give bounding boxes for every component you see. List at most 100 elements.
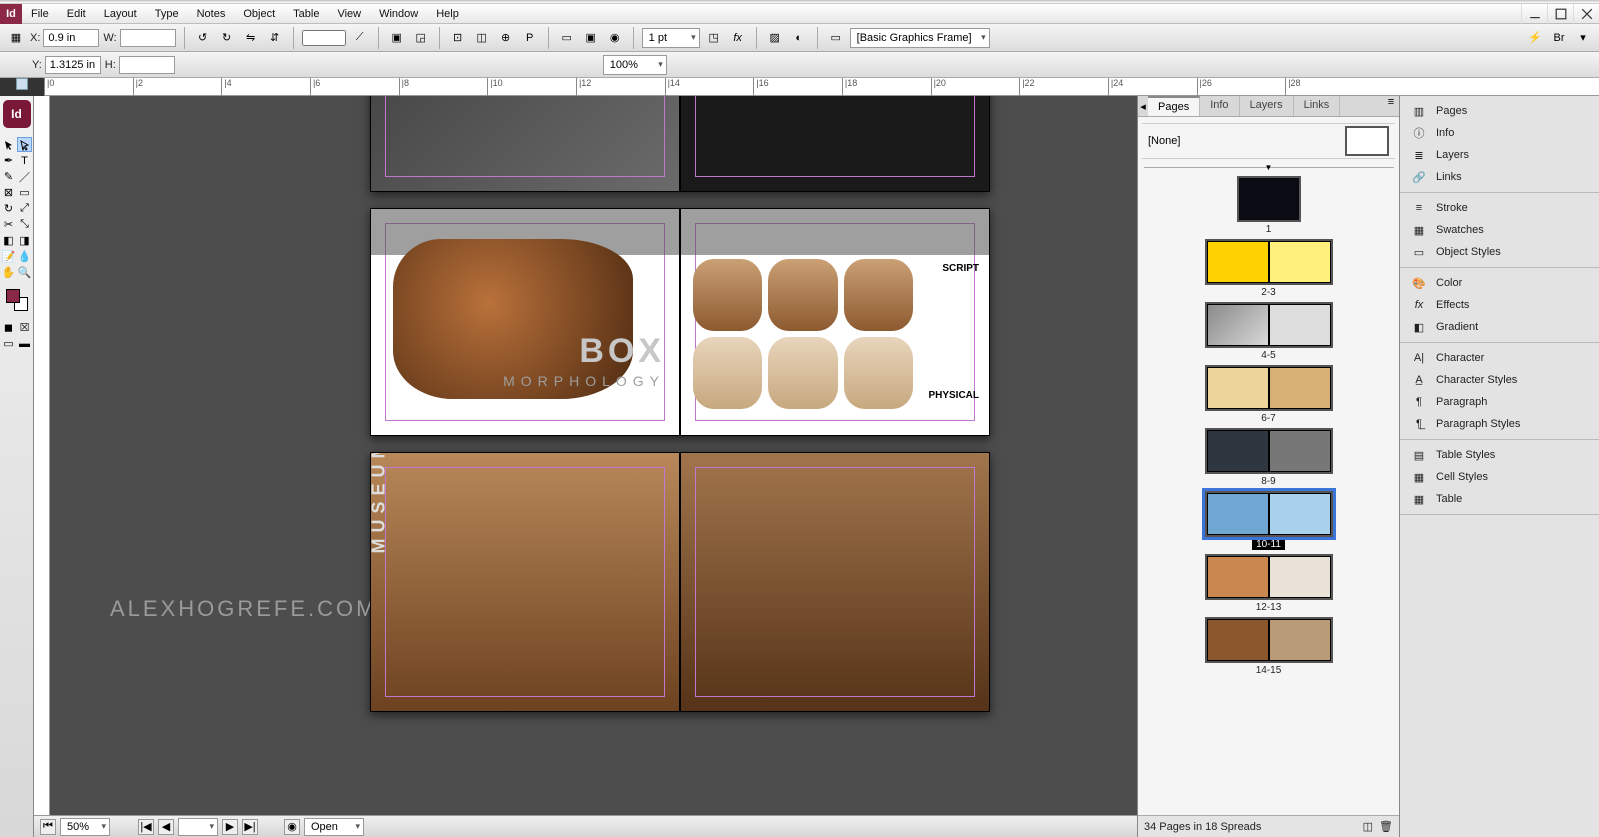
- shear-icon[interactable]: ⟋: [350, 28, 370, 48]
- nav-prev-page-icon[interactable]: ◀: [158, 819, 174, 835]
- reference-point-proxy[interactable]: ▦: [6, 28, 26, 48]
- bridge-icon[interactable]: Br: [1549, 28, 1569, 48]
- master-none-row[interactable]: [None]: [1142, 123, 1395, 159]
- page-thumb-4-5[interactable]: 4-5: [1205, 302, 1333, 361]
- menu-notes[interactable]: Notes: [188, 4, 235, 24]
- dock-effects[interactable]: fxEffects: [1400, 294, 1599, 316]
- spread-12-13[interactable]: ALEXHOGREFE.COM MUSEUM: [370, 452, 990, 712]
- tab-info[interactable]: Info: [1200, 96, 1239, 116]
- dock-object-styles[interactable]: ▭Object Styles: [1400, 241, 1599, 263]
- rotate-90-ccw-icon[interactable]: ↺: [193, 28, 213, 48]
- pen-tool[interactable]: ✒: [1, 153, 16, 168]
- page-thumb-12-13[interactable]: 12-13: [1205, 554, 1333, 613]
- preview-mode[interactable]: ▬: [17, 336, 32, 351]
- nav-next-page-icon[interactable]: ▶: [222, 819, 238, 835]
- menu-view[interactable]: View: [328, 4, 370, 24]
- master-none-thumb[interactable]: [1345, 126, 1389, 156]
- w-input[interactable]: [120, 29, 176, 47]
- ruler-origin-corner[interactable]: [16, 78, 28, 90]
- apply-color-button[interactable]: ◼: [1, 320, 16, 335]
- dock-table-styles[interactable]: ▤Table Styles: [1400, 444, 1599, 466]
- dock-links[interactable]: 🔗Links: [1400, 166, 1599, 188]
- object-style-dropdown[interactable]: [Basic Graphics Frame]: [850, 28, 990, 48]
- scissors-tool[interactable]: ✂: [1, 217, 16, 232]
- flip-vertical-icon[interactable]: ⇵: [265, 28, 285, 48]
- page-thumb-14-15[interactable]: 14-15: [1205, 617, 1333, 676]
- menu-type[interactable]: Type: [146, 4, 188, 24]
- menu-window[interactable]: Window: [370, 4, 427, 24]
- dock-color[interactable]: 🎨Color: [1400, 272, 1599, 294]
- rectangle-frame-tool[interactable]: ⊠: [1, 185, 16, 200]
- type-tool[interactable]: T: [17, 153, 32, 168]
- dock-cell-styles[interactable]: ▦Cell Styles: [1400, 466, 1599, 488]
- opacity-icon[interactable]: ◐: [789, 28, 809, 48]
- effects-fx-icon[interactable]: fx: [728, 28, 748, 48]
- dock-stroke[interactable]: ≡Stroke: [1400, 197, 1599, 219]
- menu-object[interactable]: Object: [234, 4, 284, 24]
- page-thumb-8-9[interactable]: 8-9: [1205, 428, 1333, 487]
- normal-view-mode[interactable]: ▭: [1, 336, 16, 351]
- dock-table[interactable]: ▦Table: [1400, 488, 1599, 510]
- document-canvas[interactable]: PUZZLE SOLVER GRID SYSTEMS BOX MORPHOLOG…: [50, 96, 1137, 837]
- page-thumb-6-7[interactable]: 6-7: [1205, 365, 1333, 424]
- menu-table[interactable]: Table: [284, 4, 328, 24]
- y-input[interactable]: [45, 56, 101, 74]
- zoom-tool[interactable]: 🔍: [17, 265, 32, 280]
- flip-horizontal-icon[interactable]: ⇋: [241, 28, 261, 48]
- corner-effects-icon[interactable]: ◳: [704, 28, 724, 48]
- page-thumb-10-11[interactable]: 10-11: [1205, 491, 1333, 550]
- menu-help[interactable]: Help: [427, 4, 468, 24]
- pages-panel-body[interactable]: [None] 1 2-3 4-5 6-7 8-9: [1138, 117, 1399, 815]
- selection-tool[interactable]: [1, 137, 16, 152]
- pathfinder-icon[interactable]: P: [520, 28, 540, 48]
- dock-paragraph-styles[interactable]: ¶̲Paragraph Styles: [1400, 413, 1599, 435]
- zoom-status-dropdown[interactable]: 50%: [60, 818, 110, 836]
- free-transform-tool[interactable]: ⤡: [17, 217, 32, 232]
- menu-edit[interactable]: Edit: [58, 4, 95, 24]
- gradient-feather-tool[interactable]: ◨: [17, 233, 32, 248]
- quick-apply-icon[interactable]: ⚡: [1525, 28, 1545, 48]
- pencil-tool[interactable]: ✎: [1, 169, 16, 184]
- fill-stroke-wells[interactable]: [6, 289, 28, 311]
- dock-gradient[interactable]: ◧Gradient: [1400, 316, 1599, 338]
- dock-character[interactable]: A|Character: [1400, 347, 1599, 369]
- zoom-dropdown[interactable]: 100%: [603, 55, 667, 75]
- fit-content-prop-icon[interactable]: ⊡: [448, 28, 468, 48]
- dock-info[interactable]: ⓘInfo: [1400, 122, 1599, 144]
- preflight-status-dropdown[interactable]: Open: [304, 818, 364, 836]
- tab-links[interactable]: Links: [1294, 96, 1341, 116]
- vertical-ruler[interactable]: [34, 96, 50, 837]
- horizontal-ruler[interactable]: |0|2|4|6|8|10|12|14|16|18|20|22|24|26|28: [44, 78, 1599, 96]
- line-tool[interactable]: ／: [17, 169, 32, 184]
- dock-swatches[interactable]: ▦Swatches: [1400, 219, 1599, 241]
- fill-well[interactable]: [6, 289, 20, 303]
- h-input[interactable]: [119, 56, 175, 74]
- rotate-tool[interactable]: ↻: [1, 201, 16, 216]
- tab-pages[interactable]: Pages: [1148, 96, 1200, 116]
- panel-menu-icon[interactable]: ▾: [1573, 28, 1593, 48]
- panel-collapse-icon[interactable]: ◂: [1138, 96, 1148, 116]
- spread-10-11[interactable]: BOX MORPHOLOGY SCRIPT PHYSICAL: [370, 208, 990, 436]
- dock-pages[interactable]: ▥Pages: [1400, 100, 1599, 122]
- menu-layout[interactable]: Layout: [95, 4, 146, 24]
- tab-layers[interactable]: Layers: [1240, 96, 1294, 116]
- dock-character-styles[interactable]: A̲Character Styles: [1400, 369, 1599, 391]
- dock-layers[interactable]: ≣Layers: [1400, 144, 1599, 166]
- new-page-icon[interactable]: ◫: [1363, 820, 1373, 833]
- window-maximize-button[interactable]: [1547, 4, 1573, 24]
- object-styles-icon[interactable]: ▭: [826, 28, 846, 48]
- page-thumb-2-3[interactable]: 2-3: [1205, 239, 1333, 298]
- fit-frame-content-icon[interactable]: ◫: [472, 28, 492, 48]
- x-input[interactable]: [43, 29, 99, 47]
- dock-paragraph[interactable]: ¶Paragraph: [1400, 391, 1599, 413]
- rotate-90-cw-icon[interactable]: ↻: [217, 28, 237, 48]
- stroke-weight-dropdown[interactable]: 1 pt: [642, 28, 700, 48]
- delete-page-icon[interactable]: 🗑: [1379, 820, 1393, 833]
- menu-file[interactable]: File: [22, 4, 58, 24]
- text-wrap-object-icon[interactable]: ◉: [605, 28, 625, 48]
- rectangle-tool[interactable]: ▭: [17, 185, 32, 200]
- nav-first-page-icon[interactable]: |◀: [138, 819, 154, 835]
- apply-none-button[interactable]: ☒: [17, 320, 32, 335]
- window-close-button[interactable]: [1573, 4, 1599, 24]
- gradient-swatch-tool[interactable]: ◧: [1, 233, 16, 248]
